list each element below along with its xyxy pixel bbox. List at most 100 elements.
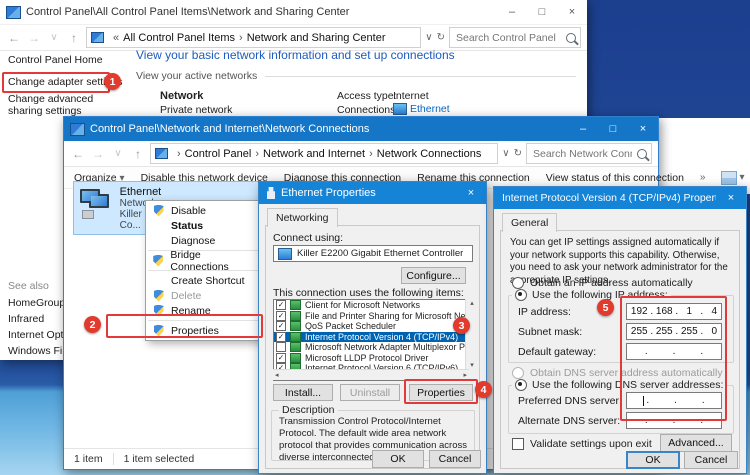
radio-icon[interactable] <box>515 289 527 301</box>
validate-checkbox[interactable]: Validate settings upon exit <box>512 438 652 450</box>
forward-icon[interactable]: → <box>90 147 106 161</box>
back-icon[interactable]: ← <box>70 147 86 161</box>
cancel-button[interactable]: Cancel <box>684 451 738 469</box>
advanced-button[interactable]: Advanced... <box>660 434 732 452</box>
refresh-icon[interactable]: ↻ <box>437 32 445 43</box>
close-icon[interactable]: × <box>456 182 486 204</box>
minimize-button[interactable]: – <box>497 0 527 24</box>
preferred-dns-label: Preferred DNS server: <box>518 395 622 407</box>
ok-button[interactable]: OK <box>626 451 680 469</box>
window2-navbar: ← → ∨ ↑ › Control Panel › Network and In… <box>64 141 658 167</box>
list-vertical-scrollbar[interactable]: ▴ ▾ <box>465 299 478 369</box>
sharing-icon <box>290 311 301 321</box>
adapter-field: Killer E2200 Gigabit Ethernet Controller <box>273 245 473 262</box>
menu-item-create-shortcut[interactable]: Create Shortcut <box>146 273 264 288</box>
ethernet-link-label[interactable]: Ethernet <box>410 103 450 115</box>
menu-item-delete[interactable]: Delete <box>146 288 264 303</box>
up-icon[interactable]: ↑ <box>66 31 82 45</box>
radio-icon[interactable] <box>512 277 524 289</box>
search-icon <box>637 149 647 159</box>
sidebar-control-panel-home[interactable]: Control Panel Home <box>8 54 103 66</box>
list-item-ipv4[interactable]: ✓Internet Protocol Version 4 (TCP/IPv4) <box>274 332 466 343</box>
sidebar-item-homegroup[interactable]: HomeGroup <box>8 297 65 309</box>
sidebar-change-advanced-sharing[interactable]: Change advanced sharing settings <box>8 93 120 117</box>
list-item[interactable]: ✓Microsoft LLDP Protocol Driver <box>274 353 466 364</box>
toolbar-view-status[interactable]: View status of this connection <box>546 172 684 184</box>
window2-searchbox[interactable] <box>526 143 652 164</box>
checkbox[interactable]: ✓ <box>276 321 286 331</box>
crumb-network-connections[interactable]: Network Connections <box>377 148 482 160</box>
minimize-button[interactable]: – <box>568 117 598 141</box>
list-item[interactable]: ✓File and Printer Sharing for Microsoft … <box>274 311 466 322</box>
access-type-value: Internet <box>393 90 429 102</box>
crumb-all-items[interactable]: All Control Panel Items <box>123 32 235 44</box>
close-button[interactable]: × <box>628 117 658 141</box>
scroll-down-icon[interactable]: ▾ <box>470 361 474 369</box>
chevron-down-icon: ▾ <box>739 172 744 183</box>
tab-networking[interactable]: Networking <box>267 208 338 227</box>
close-button[interactable]: × <box>557 0 587 24</box>
checkbox-icon[interactable] <box>512 438 524 450</box>
crumb-collapse-icon[interactable]: « <box>113 32 119 44</box>
checkbox[interactable] <box>276 342 286 352</box>
default-gateway-label: Default gateway: <box>518 346 596 358</box>
window1-titlebar: Control Panel\All Control Panel Items\Ne… <box>0 0 587 25</box>
checkbox[interactable]: ✓ <box>276 353 286 363</box>
ethernet-link[interactable]: Ethernet <box>393 103 450 115</box>
recent-pages-icon[interactable]: ∨ <box>46 32 62 43</box>
radio-icon[interactable] <box>515 379 527 391</box>
up-icon[interactable]: ↑ <box>130 147 146 161</box>
forward-icon[interactable]: → <box>26 31 42 45</box>
crumb-control-panel[interactable]: Control Panel <box>185 148 252 160</box>
install-button[interactable]: Install... <box>273 384 333 401</box>
list-item[interactable]: ✓Client for Microsoft Networks <box>274 300 466 311</box>
view-mode-button[interactable]: ▾ <box>721 171 744 185</box>
scroll-right-icon[interactable]: ▸ <box>463 371 467 379</box>
scroll-left-icon[interactable]: ◂ <box>275 371 279 379</box>
ip-address-label: IP address: <box>518 306 571 318</box>
sidebar-item-infrared[interactable]: Infrared <box>8 313 44 325</box>
toolbar-overflow-icon[interactable]: » <box>700 172 706 183</box>
search-input[interactable] <box>531 147 634 161</box>
checkbox[interactable]: ✓ <box>276 300 286 310</box>
ok-button[interactable]: OK <box>372 450 424 468</box>
search-input[interactable] <box>454 31 563 45</box>
cancel-button[interactable]: Cancel <box>429 450 481 468</box>
qos-icon <box>290 321 301 331</box>
window1-searchbox[interactable] <box>449 27 581 48</box>
page-title: View your basic network information and … <box>136 48 455 62</box>
window1-breadcrumb[interactable]: « All Control Panel Items › Network and … <box>86 27 421 48</box>
scroll-up-icon[interactable]: ▴ <box>470 299 474 307</box>
menu-item-disable[interactable]: Disable <box>146 203 264 218</box>
annotation-badge-5: 5 <box>597 299 614 316</box>
refresh-icon[interactable]: ↻ <box>514 148 522 159</box>
recent-pages-icon[interactable]: ∨ <box>110 148 126 159</box>
section-divider <box>265 76 576 77</box>
radio-obtain-ip[interactable]: Obtain an IP address automatically <box>512 277 693 289</box>
annotation-box-properties-button <box>404 379 478 404</box>
back-icon[interactable]: ← <box>6 31 22 45</box>
address-dropdown-icon[interactable]: ∨ <box>425 32 432 43</box>
radio-icon <box>512 367 524 379</box>
crumb-nsc[interactable]: Network and Sharing Center <box>247 32 386 44</box>
annotation-badge-4: 4 <box>475 381 492 398</box>
maximize-button[interactable]: □ <box>598 117 628 141</box>
list-item[interactable]: ✓QoS Packet Scheduler <box>274 321 466 332</box>
tab-general[interactable]: General <box>502 213 557 232</box>
menu-item-bridge-connections[interactable]: Bridge Connections <box>146 253 264 268</box>
menu-item-diagnose[interactable]: Diagnose <box>146 233 264 248</box>
annotation-box-ip-fields <box>620 296 727 421</box>
checkbox[interactable]: ✓ <box>276 311 286 321</box>
menu-item-status[interactable]: Status <box>146 218 264 233</box>
address-dropdown-icon[interactable]: ∨ <box>502 148 509 159</box>
configure-button[interactable]: Configure... <box>401 267 466 284</box>
list-item[interactable]: Microsoft Network Adapter Multiplexor Pr… <box>274 342 466 353</box>
maximize-button[interactable]: □ <box>527 0 557 24</box>
alternate-dns-label: Alternate DNS server: <box>518 415 620 427</box>
close-icon[interactable]: × <box>716 187 746 209</box>
window2-breadcrumb[interactable]: › Control Panel › Network and Internet ›… <box>150 143 498 164</box>
window2-title: Control Panel\Network and Internet\Netwo… <box>90 123 568 135</box>
connect-using-label: Connect using: <box>273 232 343 244</box>
checkbox[interactable]: ✓ <box>276 332 286 342</box>
crumb-network-internet[interactable]: Network and Internet <box>263 148 365 160</box>
